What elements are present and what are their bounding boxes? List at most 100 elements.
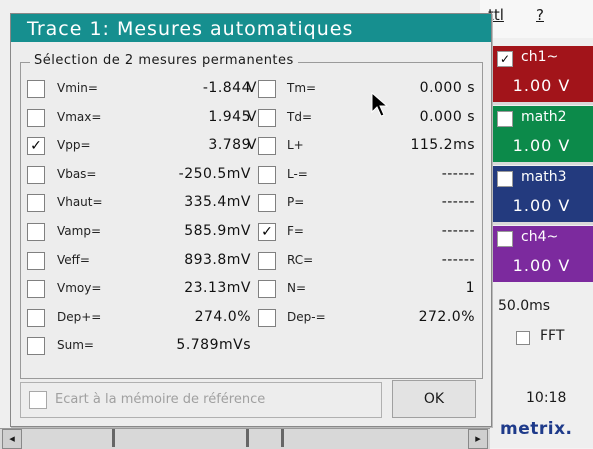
channel-name: ch4~ [521,229,559,245]
measure-value: 5.789mVs [176,337,251,354]
measure-label: Tm= [287,81,317,95]
menubar: ttl ? [480,0,593,38]
dialog-title: Trace 1: Mesures automatiques [27,18,354,40]
channel-sensitivity[interactable]: 1.00 V [490,76,593,95]
measure-checkbox[interactable] [27,223,45,241]
measure-checkbox[interactable] [258,194,276,213]
measure-value: 1 [465,280,475,297]
measure-label: Sum= [57,338,94,353]
measure-checkbox[interactable] [27,251,45,270]
measure-value: 1.945 [208,108,251,125]
channel-checkbox[interactable]: ✓ [497,51,513,67]
fft-label: FFT [540,328,565,344]
mouse-pointer-icon [371,92,389,117]
measure-checkbox[interactable] [27,280,45,299]
fft-checkbox[interactable] [516,331,530,345]
measure-checkbox[interactable] [258,108,276,127]
measure-value: -1.844 [202,80,251,96]
channel-sensitivity[interactable]: 1.00 V [490,196,593,215]
measure-label: Vpp= [57,138,91,153]
metrix-logo: metrix. [500,419,573,439]
menu-item-help[interactable]: ? [536,6,544,24]
measure-label: Vhaut= [57,195,103,210]
horizontal-scrollbar[interactable]: ◂ ▸ [0,428,490,449]
channel-panel-ch4[interactable]: ch4~ 1.00 V [490,226,593,282]
measure-value: 23.13mV [184,280,251,297]
measure-label: Dep+= [57,309,102,324]
measure-value: 0.000 s [419,80,475,96]
measurements-dialog: Trace 1: Mesures automatiques Sélection … [10,13,492,427]
channel-sensitivity[interactable]: 1.00 V [490,256,593,275]
measure-value: 585.9mV [184,223,251,239]
measure-unit: V [246,108,257,125]
channel-checkbox[interactable] [497,231,513,247]
measure-label: Veff= [57,252,90,267]
measure-checkbox[interactable] [258,80,276,98]
measure-value: 335.4mV [184,194,251,211]
reference-option[interactable]: Ecart à la mémoire de référence [20,382,382,418]
measure-value: 115.2ms [410,137,475,154]
measure-checkbox[interactable] [27,337,45,356]
measure-label: L+ [287,138,304,153]
measure-value: ------ [441,194,475,211]
dialog-titlebar[interactable]: Trace 1: Mesures automatiques [11,14,491,42]
scroll-left-arrow-icon[interactable]: ◂ [2,429,22,449]
measure-checkbox[interactable] [27,194,45,213]
measure-label: Dep-= [287,309,326,324]
measure-checkbox[interactable] [27,108,45,127]
measure-label: Vbas= [57,166,97,181]
channel-name: ch1~ [521,49,559,65]
measure-checkbox[interactable] [258,280,276,299]
measure-value: 272.0% [418,308,475,325]
channel-panel-ch1[interactable]: ✓ ch1~ 1.00 V [490,46,593,102]
scroll-marker[interactable] [246,429,249,447]
measure-label: Vmin= [57,81,98,95]
measure-value: ------ [441,223,475,239]
channel-panel-math2[interactable]: math2 1.00 V [490,106,593,162]
measure-value: 893.8mV [184,251,251,268]
measure-checkbox[interactable]: ✓ [258,223,276,241]
clock: 10:18 [526,390,567,406]
measure-value: 274.0% [194,308,251,325]
channel-name: math2 [521,109,567,125]
reference-label: Ecart à la mémoire de référence [55,392,266,407]
desktop: ttl ? ✓ ch1~ 1.00 V math2 1.00 V math3 1.… [0,0,593,449]
measure-checkbox[interactable] [258,251,276,270]
timebase-panel: 50.0ms FFT [490,290,593,360]
measure-label: N= [287,281,307,296]
timebase-value[interactable]: 50.0ms [498,298,550,314]
measure-label: Vmoy= [57,281,102,296]
measure-value: 0.000 s [419,108,475,125]
ok-button[interactable]: OK [392,380,476,418]
measure-label: RC= [287,252,314,267]
measure-label: L-= [287,166,308,181]
measure-value: 3.789 [208,137,251,154]
measure-label: Vamp= [57,224,101,238]
measure-checkbox[interactable] [27,308,45,327]
measure-checkbox[interactable] [258,308,276,327]
channel-name: math3 [521,169,567,185]
channel-panel-math3[interactable]: math3 1.00 V [490,166,593,222]
measure-label: Vmax= [57,109,102,124]
measure-label: P= [287,195,305,210]
measure-label: F= [287,224,304,238]
channel-checkbox[interactable] [497,111,513,127]
measure-checkbox[interactable] [27,165,45,184]
scroll-marker[interactable] [281,429,284,447]
measure-checkbox[interactable]: ✓ [27,137,45,156]
scroll-right-arrow-icon[interactable]: ▸ [468,429,488,449]
channel-sensitivity[interactable]: 1.00 V [490,136,593,155]
measure-value: -250.5mV [178,165,251,182]
measure-unit: V [246,80,257,96]
channel-checkbox[interactable] [497,171,513,187]
measure-value: ------ [441,251,475,268]
measure-unit: V [246,137,257,154]
measure-checkbox[interactable] [258,137,276,156]
scroll-marker[interactable] [112,429,115,447]
measure-value: ------ [441,165,475,182]
measure-label: Td= [287,109,313,124]
measure-checkbox[interactable] [27,80,45,98]
measure-checkbox[interactable] [258,165,276,184]
group-label: Sélection de 2 mesures permanentes [30,53,298,68]
reference-checkbox[interactable] [29,391,47,409]
